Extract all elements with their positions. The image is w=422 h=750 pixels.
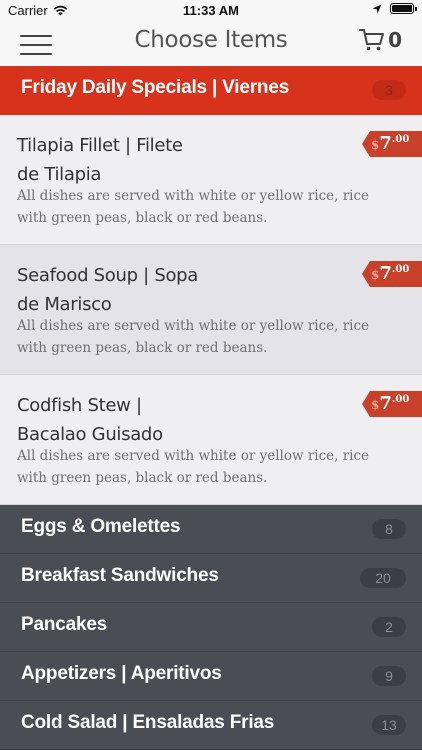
- category-row-appetizers[interactable]: Appetizers | Aperitivos 9: [0, 652, 422, 701]
- category-label: Cold Salad | Ensaladas Frias: [21, 712, 275, 733]
- item-name: Seafood Soup | Sopa de Marisco: [17, 261, 207, 319]
- status-bar: Carrier 11:33 AM: [0, 0, 422, 22]
- category-row-eggs-omelettes[interactable]: Eggs & Omelettes 8: [0, 505, 422, 554]
- item-description: All dishes are served with white or yell…: [17, 448, 370, 486]
- price-cents: .00: [391, 134, 410, 145]
- status-right-icons: [372, 3, 417, 14]
- cart-button[interactable]: 0: [359, 28, 402, 52]
- category-count-badge: 3: [372, 80, 406, 100]
- category-label: Friday Daily Specials | Viernes: [21, 77, 290, 98]
- price-value: 7: [379, 393, 392, 414]
- category-count-badge: 9: [372, 666, 406, 686]
- menu-item[interactable]: Seafood Soup | Sopa de Marisco All dishe…: [0, 245, 422, 375]
- price-cents: .00: [391, 264, 410, 275]
- shopping-cart-icon: [359, 29, 385, 51]
- location-arrow-icon: [372, 4, 382, 13]
- category-list: Eggs & Omelettes 8 Breakfast Sandwiches …: [0, 505, 422, 750]
- category-count-badge: 20: [360, 568, 406, 588]
- cart-count: 0: [388, 28, 402, 52]
- status-time: 11:33 AM: [183, 3, 239, 18]
- price-tag: $7.00: [362, 131, 422, 157]
- battery-icon: [390, 3, 417, 14]
- category-row-cold-salad[interactable]: Cold Salad | Ensaladas Frias 13: [0, 701, 422, 750]
- category-row-breakfast-sandwiches[interactable]: Breakfast Sandwiches 20: [0, 554, 422, 603]
- item-description: All dishes are served with white or yell…: [17, 318, 370, 356]
- item-description: All dishes are served with white or yell…: [17, 188, 370, 226]
- price-value: 7: [379, 263, 392, 284]
- category-row-pancakes[interactable]: Pancakes 2: [0, 603, 422, 652]
- menu-item[interactable]: Codfish Stew | Bacalao Guisado All dishe…: [0, 375, 422, 505]
- nav-bar: Choose Items 0: [0, 22, 422, 66]
- menu-item[interactable]: Tilapia Fillet | Filete de Tilapia All d…: [0, 115, 422, 245]
- item-name-line: Codfish Stew |: [17, 395, 142, 416]
- category-count-badge: 2: [372, 617, 406, 637]
- item-name: Tilapia Fillet | Filete de Tilapia: [17, 131, 207, 189]
- item-name-line: Tilapia Fillet | Filete: [17, 135, 183, 156]
- category-count-badge: 8: [372, 519, 406, 539]
- category-label: Appetizers | Aperitivos: [21, 663, 222, 684]
- category-label: Eggs & Omelettes: [21, 516, 181, 537]
- price-value: 7: [379, 133, 392, 154]
- item-name: Codfish Stew | Bacalao Guisado: [17, 391, 207, 449]
- item-name-line: Seafood Soup | Sopa: [17, 265, 199, 286]
- category-label: Breakfast Sandwiches: [21, 565, 219, 586]
- price-cents: .00: [391, 394, 410, 405]
- category-label: Pancakes: [21, 614, 108, 635]
- price-tag: $7.00: [362, 261, 422, 287]
- category-header-friday-specials[interactable]: Friday Daily Specials | Viernes 3: [0, 66, 422, 115]
- price-tag: $7.00: [362, 391, 422, 417]
- category-count-badge: 13: [372, 715, 406, 735]
